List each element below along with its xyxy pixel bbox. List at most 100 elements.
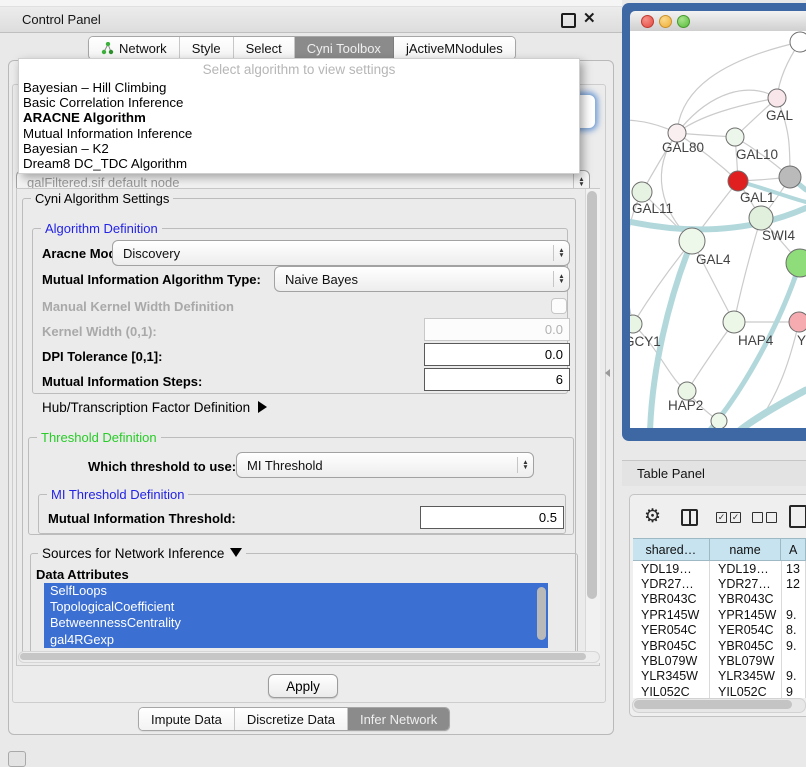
table-cell: YBL079W	[710, 653, 782, 668]
network-node[interactable]	[768, 89, 786, 107]
tab-impute-data[interactable]: Impute Data	[139, 708, 235, 730]
tab-network[interactable]: Network	[89, 37, 180, 59]
network-node[interactable]	[779, 166, 801, 188]
table-cell: 8.	[782, 623, 806, 638]
split-pane-collapse-arrow[interactable]	[605, 369, 610, 377]
algorithm-option[interactable]: Bayesian – K2	[19, 141, 579, 156]
kernel-width-field[interactable]: 0.0	[424, 318, 570, 341]
attribute-list-item-selected[interactable]: gal4RGexp	[44, 632, 548, 648]
network-edge[interactable]	[677, 98, 777, 133]
network-node[interactable]	[749, 206, 773, 230]
table-row[interactable]: YLR345WYLR345W9.	[633, 669, 806, 684]
table-row[interactable]: YBR045CYBR045C9.	[633, 638, 806, 653]
unchecked-box-icon[interactable]	[752, 512, 763, 523]
mi-threshold-field[interactable]: 0.5	[420, 506, 564, 529]
sources-title: Sources for Network Inference	[42, 546, 224, 561]
algorithm-dropdown-list: Select algorithm to view settings Bayesi…	[18, 58, 580, 174]
collapser-down-icon	[230, 548, 242, 557]
network-edge[interactable]	[633, 241, 692, 324]
combo-stepper-icon: ▲▼	[553, 271, 569, 287]
dpi-tolerance-field[interactable]: 0.0	[424, 343, 570, 366]
algorithm-option[interactable]: Dream8 DC_TDC Algorithm	[19, 156, 579, 171]
threshold-definition-title: Threshold Definition	[37, 430, 161, 445]
split-columns-icon[interactable]	[681, 509, 698, 526]
network-node[interactable]	[790, 32, 806, 52]
table-row[interactable]: YER054CYER054C8.	[633, 623, 806, 638]
gear-icon[interactable]: ⚙	[644, 505, 661, 528]
mi-steps-field[interactable]: 6	[424, 368, 570, 391]
table-cell: YER054C	[633, 623, 710, 638]
close-traffic-light-icon[interactable]	[641, 15, 654, 28]
top-strip	[0, 0, 622, 7]
algorithm-option[interactable]: Basic Correlation Inference	[19, 95, 579, 110]
network-window-titlebar[interactable]	[630, 11, 806, 32]
zoom-traffic-light-icon[interactable]	[677, 15, 690, 28]
table-row[interactable]: YBR043CYBR043C	[633, 592, 806, 607]
unchecked-box-icon[interactable]	[766, 512, 777, 523]
network-edge[interactable]	[734, 218, 761, 322]
mi-type-combo[interactable]: Naive Bayes ▲▼	[274, 266, 570, 292]
table-cell: YIL052C	[633, 684, 710, 698]
table-cell: YPR145W	[710, 607, 782, 622]
which-threshold-combo[interactable]: MI Threshold ▲▼	[236, 452, 534, 478]
close-panel-icon[interactable]: ✕	[583, 9, 596, 27]
algorithm-dropdown-items: Bayesian – Hill ClimbingBasic Correlatio…	[19, 80, 579, 171]
column-header[interactable]: name	[710, 539, 782, 560]
attribute-list-item-selected[interactable]: SelfLoops	[44, 583, 548, 599]
tab-label: Cyni Toolbox	[307, 41, 381, 56]
table-row[interactable]: YIL052CYIL052C9	[633, 684, 806, 698]
sources-collapser[interactable]: Sources for Network Inference	[38, 546, 246, 561]
attribute-list-item-selected[interactable]: BetweennessCentrality	[44, 615, 548, 631]
column-header[interactable]: shared…	[633, 539, 710, 560]
attributes-scrollbar-thumb[interactable]	[537, 587, 546, 640]
kernel-width-value: 0.0	[545, 322, 563, 337]
algorithm-option[interactable]: ARACNE Algorithm	[19, 110, 579, 125]
tab-infer-network[interactable]: Infer Network	[348, 708, 449, 730]
float-panel-icon[interactable]	[561, 13, 576, 28]
algorithm-option[interactable]: Bayesian – Hill Climbing	[19, 80, 579, 95]
network-node[interactable]	[632, 182, 652, 202]
checked-box-icon[interactable]: ✓	[730, 512, 741, 523]
network-node[interactable]	[728, 171, 748, 191]
table-hscrollbar-thumb[interactable]	[634, 700, 792, 709]
tab-jactivemnodules[interactable]: jActiveMNodules	[394, 37, 515, 59]
aracne-mode-combo[interactable]: Discovery ▲▼	[112, 240, 570, 266]
bottom-left-chip[interactable]	[8, 751, 26, 767]
minimize-traffic-light-icon[interactable]	[659, 15, 672, 28]
tab-label: Impute Data	[151, 712, 222, 727]
network-edge-highlighted[interactable]	[738, 390, 806, 428]
network-graph[interactable]: GALGAL80GAL10GAL1GAL11SWI4GAL4GCY1HAP4YH…	[630, 31, 806, 428]
manual-kernel-checkbox[interactable]	[551, 298, 567, 314]
apply-button[interactable]: Apply	[268, 674, 338, 698]
attribute-list-item-selected[interactable]: TopologicalCoefficient	[44, 599, 548, 615]
settings-vscrollbar-thumb[interactable]	[587, 191, 597, 599]
tab-label: Discretize Data	[247, 712, 335, 727]
tab-cyni-toolbox[interactable]: Cyni Toolbox	[295, 37, 394, 59]
table-row[interactable]: YDL19…YDL19…13	[633, 561, 806, 576]
checked-box-icon[interactable]: ✓	[716, 512, 727, 523]
network-edge[interactable]	[687, 322, 734, 391]
table-cell: YIL052C	[710, 684, 782, 698]
table-row[interactable]: YDR27…YDR27…12	[633, 576, 806, 591]
algorithm-option[interactable]: Mutual Information Inference	[19, 126, 579, 141]
network-node[interactable]	[630, 315, 642, 333]
tab-select[interactable]: Select	[234, 37, 295, 59]
table-cell: 9	[782, 684, 806, 698]
new-table-file-icon[interactable]	[789, 505, 806, 528]
network-node[interactable]	[726, 128, 744, 146]
network-node[interactable]	[786, 249, 806, 277]
table-cell: 13	[782, 561, 806, 576]
node-attribute-table[interactable]: shared…nameAYDL19…YDL19…13YDR27…YDR27…12…	[633, 538, 806, 698]
tab-discretize-data[interactable]: Discretize Data	[235, 708, 348, 730]
network-node[interactable]	[711, 413, 727, 428]
network-node[interactable]	[679, 228, 705, 254]
combo-stepper-icon: ▲▼	[553, 245, 569, 261]
column-header[interactable]: A	[781, 539, 806, 560]
table-row[interactable]: YPR145WYPR145W9.	[633, 607, 806, 622]
network-node[interactable]	[789, 312, 806, 332]
tab-style[interactable]: Style	[180, 37, 234, 59]
network-node[interactable]	[723, 311, 745, 333]
table-row[interactable]: YBL079WYBL079W	[633, 653, 806, 668]
settings-hscrollbar-thumb[interactable]	[20, 653, 586, 660]
hub-definition-expander[interactable]: Hub/Transcription Factor Definition	[42, 400, 267, 415]
